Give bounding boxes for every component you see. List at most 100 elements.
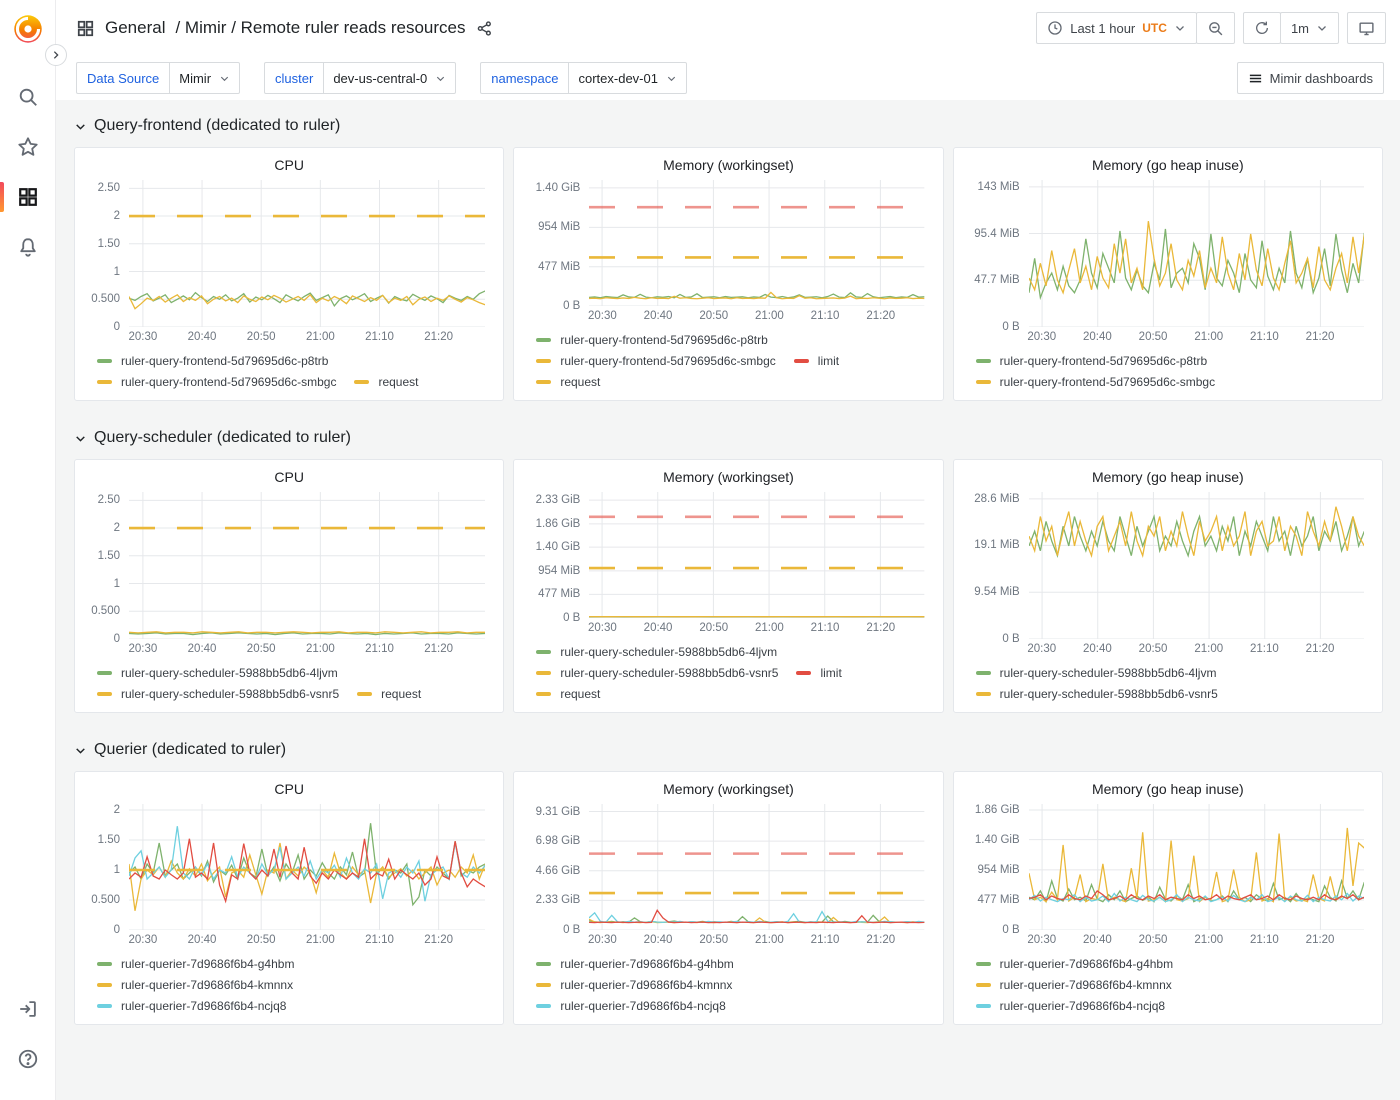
panel-title[interactable]: Memory (go heap inuse) [960, 464, 1376, 490]
y-axis-tick-label: 47.7 MiB [974, 274, 1019, 286]
panel-title[interactable]: CPU [81, 464, 497, 490]
legend-item[interactable]: ruler-querier-7d9686f6b4-ncjq8 [976, 999, 1165, 1013]
legend-item[interactable]: ruler-query-scheduler-5988bb5db6-vsnr5 [976, 687, 1218, 701]
y-axis-tick-label: 0 [114, 633, 120, 645]
star-icon[interactable] [0, 124, 56, 170]
legend-item[interactable]: ruler-query-frontend-5d79695d6c-p8trb [536, 333, 767, 347]
panel-title[interactable]: CPU [81, 152, 497, 178]
series-ruler-query-scheduler-5988bb5db6-vsnr5 [129, 632, 485, 633]
y-axis-tick-label: 9.54 MiB [974, 586, 1019, 598]
legend-item[interactable]: request [536, 375, 600, 389]
legend-item[interactable]: ruler-querier-7d9686f6b4-kmnnx [97, 978, 293, 992]
variable-label[interactable]: namespace [480, 62, 569, 94]
legend-item[interactable]: ruler-query-scheduler-5988bb5db6-vsnr5 [536, 666, 778, 680]
legend-item[interactable]: ruler-query-frontend-5d79695d6c-smbgc [536, 354, 775, 368]
legend-item[interactable]: ruler-query-frontend-5d79695d6c-smbgc [97, 375, 336, 389]
panel-title[interactable]: Memory (workingset) [520, 776, 936, 802]
variable-value-dropdown[interactable]: cortex-dev-01 [568, 62, 686, 94]
help-icon[interactable] [0, 1036, 56, 1082]
series-ruler-query-frontend-5d79695d6c-p8trb [589, 293, 924, 298]
mimir-dashboards-button[interactable]: Mimir dashboards [1237, 62, 1384, 94]
legend-series-label: ruler-querier-7d9686f6b4-g4hbm [560, 957, 733, 971]
x-axis-tick-label: 21:10 [811, 622, 840, 634]
row-collapse-header[interactable]: Query-frontend (dedicated to ruler) [74, 114, 1383, 138]
x-axis-tick-label: 20:40 [188, 331, 217, 343]
panel-title[interactable]: Memory (go heap inuse) [960, 776, 1376, 802]
time-range-picker[interactable]: Last 1 hour UTC [1036, 12, 1197, 44]
zoom-out-time-button[interactable] [1196, 12, 1235, 44]
refresh-button[interactable] [1243, 12, 1281, 44]
y-axis-tick-label: 2.33 GiB [536, 494, 581, 506]
y-axis-tick-label: 2 [114, 522, 120, 534]
legend-item[interactable]: ruler-querier-7d9686f6b4-ncjq8 [97, 999, 286, 1013]
y-axis-tick-label: 477 MiB [538, 588, 580, 600]
legend-item[interactable]: request [536, 687, 600, 701]
row-querier: Querier (dedicated to ruler) CPU 00.5001… [74, 738, 1383, 1025]
dashboard-toolbar: Data Source Mimir cluster dev-us-central… [56, 56, 1400, 100]
panel-title[interactable]: Memory (go heap inuse) [960, 152, 1376, 178]
variable-value-dropdown[interactable]: Mimir [169, 62, 240, 94]
y-axis-tick-label: 1 [114, 266, 120, 278]
dashboards-icon[interactable] [0, 174, 56, 220]
chart-canvas [589, 180, 924, 306]
chart-canvas [129, 804, 485, 930]
legend-item[interactable]: ruler-querier-7d9686f6b4-kmnnx [536, 978, 732, 992]
legend-series-swatch [354, 380, 369, 384]
legend-series-label: request [560, 375, 600, 389]
panel-title[interactable]: Memory (workingset) [520, 464, 936, 490]
legend-item[interactable]: ruler-query-frontend-5d79695d6c-p8trb [97, 354, 328, 368]
sign-out-icon[interactable] [0, 986, 56, 1032]
dashboard-content: Query-frontend (dedicated to ruler) CPU … [56, 100, 1400, 1025]
legend-item[interactable]: ruler-query-frontend-5d79695d6c-p8trb [976, 354, 1207, 368]
kiosk-mode-button[interactable] [1347, 12, 1386, 44]
variable-value-dropdown[interactable]: dev-us-central-0 [323, 62, 456, 94]
legend-series-label: limit [820, 666, 841, 680]
x-axis-tick-label: 21:10 [811, 934, 840, 946]
grafana-logo-icon[interactable] [9, 10, 47, 48]
y-axis-tick-label: 2.33 GiB [536, 894, 581, 906]
legend-item[interactable]: ruler-query-frontend-5d79695d6c-smbgc [976, 375, 1215, 389]
legend-item[interactable]: ruler-query-scheduler-5988bb5db6-4ljvm [536, 645, 777, 659]
legend-item[interactable]: ruler-querier-7d9686f6b4-g4hbm [536, 957, 733, 971]
sidebar-expand-button[interactable] [45, 44, 67, 66]
variable-label[interactable]: Data Source [76, 62, 170, 94]
panel-title[interactable]: Memory (workingset) [520, 152, 936, 178]
row-collapse-header[interactable]: Querier (dedicated to ruler) [74, 738, 1383, 762]
y-axis-tick-label: 0 B [563, 612, 580, 624]
x-axis-tick-label: 21:00 [306, 934, 335, 946]
panel-title[interactable]: CPU [81, 776, 497, 802]
legend-item[interactable]: ruler-querier-7d9686f6b4-kmnnx [976, 978, 1172, 992]
legend-series-swatch [976, 962, 991, 966]
timezone-label: UTC [1142, 21, 1167, 35]
legend-item[interactable]: limit [796, 666, 841, 680]
share-icon[interactable] [476, 20, 493, 37]
legend-item[interactable]: ruler-query-scheduler-5988bb5db6-4ljvm [97, 666, 338, 680]
legend-series-swatch [976, 983, 991, 987]
y-axis-tick-label: 1 [114, 578, 120, 590]
y-axis-tick-label: 1.40 GiB [975, 834, 1020, 846]
legend-item[interactable]: ruler-querier-7d9686f6b4-ncjq8 [536, 999, 725, 1013]
x-axis-tick-label: 20:50 [247, 934, 276, 946]
breadcrumb-folder[interactable]: General [105, 18, 165, 38]
legend-item[interactable]: ruler-querier-7d9686f6b4-g4hbm [97, 957, 294, 971]
x-axis-tick-label: 21:10 [365, 934, 394, 946]
legend-series-label: ruler-querier-7d9686f6b4-kmnnx [1000, 978, 1172, 992]
legend-item[interactable]: request [354, 375, 418, 389]
legend-item[interactable]: request [357, 687, 421, 701]
row-title: Query-frontend (dedicated to ruler) [94, 117, 340, 135]
variable-label[interactable]: cluster [264, 62, 324, 94]
legend-item[interactable]: limit [794, 354, 839, 368]
search-icon[interactable] [0, 74, 56, 120]
refresh-interval-picker[interactable]: 1m [1280, 12, 1339, 44]
row-collapse-header[interactable]: Query-scheduler (dedicated to ruler) [74, 426, 1383, 450]
y-axis-tick-label: 1.50 [98, 550, 120, 562]
breadcrumb-dashboard-title[interactable]: / Mimir / Remote ruler reads resources [175, 18, 465, 38]
x-axis-tick-label: 21:20 [1306, 331, 1335, 343]
legend-item[interactable]: ruler-querier-7d9686f6b4-g4hbm [976, 957, 1173, 971]
x-axis-tick-label: 20:30 [129, 643, 158, 655]
breadcrumb: General / Mimir / Remote ruler reads res… [76, 18, 493, 38]
legend-item[interactable]: ruler-query-scheduler-5988bb5db6-vsnr5 [97, 687, 339, 701]
alerting-bell-icon[interactable] [0, 224, 56, 270]
legend-item[interactable]: ruler-query-scheduler-5988bb5db6-4ljvm [976, 666, 1217, 680]
x-axis-tick-label: 21:20 [424, 643, 453, 655]
